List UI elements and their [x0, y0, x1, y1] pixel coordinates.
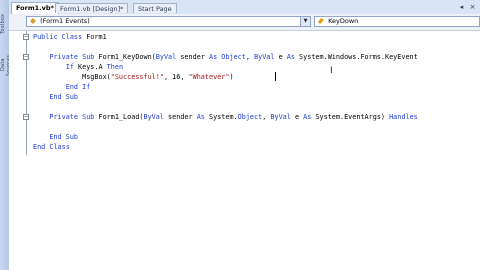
code-keyword: As: [286, 53, 295, 61]
navigation-bar: (Form1 Events) ▼ KeyDown: [9, 14, 480, 31]
code-token: e: [274, 53, 287, 61]
code-token: , 16,: [163, 73, 189, 81]
code-string: "Successful!": [110, 73, 164, 81]
code-line[interactable]: Public Class Form1: [33, 32, 107, 42]
event-dropdown[interactable]: KeyDown: [314, 16, 480, 27]
code-keyword: Handles: [389, 113, 418, 121]
code-token: Keys.A: [73, 63, 107, 71]
code-keyword: Private Sub: [33, 113, 99, 121]
outline-margin: [26, 31, 27, 155]
toolbox-tab[interactable]: Toolbox: [0, 4, 9, 44]
code-keyword: ByVal: [270, 113, 291, 121]
code-token: e: [290, 113, 304, 121]
code-token: System.: [204, 113, 238, 121]
object-dropdown[interactable]: (Form1 Events) ▼: [26, 16, 311, 27]
code-keyword: End Class: [33, 143, 70, 151]
code-line[interactable]: End Sub: [33, 132, 78, 142]
code-token: MsgBox(: [33, 73, 111, 81]
tab-scroll-icon[interactable]: ◂: [457, 3, 466, 12]
code-keyword: Object: [221, 53, 246, 61]
event-dropdown-value: KeyDown: [328, 17, 359, 25]
code-token: sender: [176, 53, 209, 61]
code-token: sender: [163, 113, 197, 121]
code-keyword: End Sub: [33, 93, 79, 101]
code-keyword: If: [33, 63, 74, 71]
code-keyword: End If: [33, 83, 91, 91]
tab-start-page[interactable]: Start Page: [133, 3, 177, 13]
tab-form1-design[interactable]: Form1.vb [Design]*: [55, 3, 129, 13]
code-keyword: ByVal: [143, 113, 164, 121]
code-token: ,: [245, 53, 255, 61]
code-token: System.Windows.Forms.KeyEvent: [294, 53, 418, 61]
text-caret: [275, 72, 276, 81]
data-sources-tab[interactable]: Data Sources: [0, 50, 12, 80]
document-tab-strip: Form1.vb* Form1.vb [Design]* Start Page …: [9, 0, 480, 15]
code-editor[interactable]: − − − Public Class Form1 Private Sub For…: [9, 31, 480, 270]
code-line[interactable]: MsgBox("Successful!", 16, "Whatever"): [33, 72, 234, 82]
code-token: Form1_KeyDown(: [98, 53, 156, 61]
code-token: ): [229, 73, 234, 81]
code-string: "Whatever": [188, 73, 230, 81]
code-line[interactable]: If Keys.A Then: [33, 62, 123, 72]
code-keyword: Object: [237, 113, 263, 121]
code-keyword: Then: [106, 63, 124, 71]
code-token: Form1: [86, 33, 107, 41]
object-dropdown-value: (Form1 Events): [40, 17, 90, 25]
mouse-ibeam-cursor: I: [330, 66, 333, 76]
form-events-icon: [30, 18, 36, 24]
code-keyword: Public Class: [33, 33, 87, 41]
code-keyword: End Sub: [33, 133, 79, 141]
code-line[interactable]: End Sub: [33, 92, 78, 102]
code-keyword: As: [196, 113, 205, 121]
code-keyword: As: [209, 53, 218, 61]
collapse-keydown-icon[interactable]: −: [23, 54, 29, 60]
code-line[interactable]: End If: [33, 82, 91, 92]
tab-form1-vb[interactable]: Form1.vb*: [11, 2, 59, 14]
code-token: System.EventArgs): [311, 113, 390, 121]
collapse-load-icon[interactable]: −: [23, 114, 29, 120]
code-keyword: Private Sub: [33, 53, 99, 61]
code-line[interactable]: Private Sub Form1_KeyDown(ByVal sender A…: [33, 52, 418, 62]
chevron-down-icon[interactable]: ▼: [300, 17, 310, 26]
close-icon[interactable]: ×: [468, 3, 477, 12]
code-token: Form1_Load(: [98, 113, 144, 121]
code-keyword: ByVal: [155, 53, 177, 61]
collapse-class-icon[interactable]: −: [23, 34, 29, 40]
code-line[interactable]: Private Sub Form1_Load(ByVal sender As S…: [33, 112, 418, 122]
code-line[interactable]: End Class: [33, 142, 70, 152]
event-icon: [318, 18, 324, 24]
code-keyword: ByVal: [254, 53, 275, 61]
